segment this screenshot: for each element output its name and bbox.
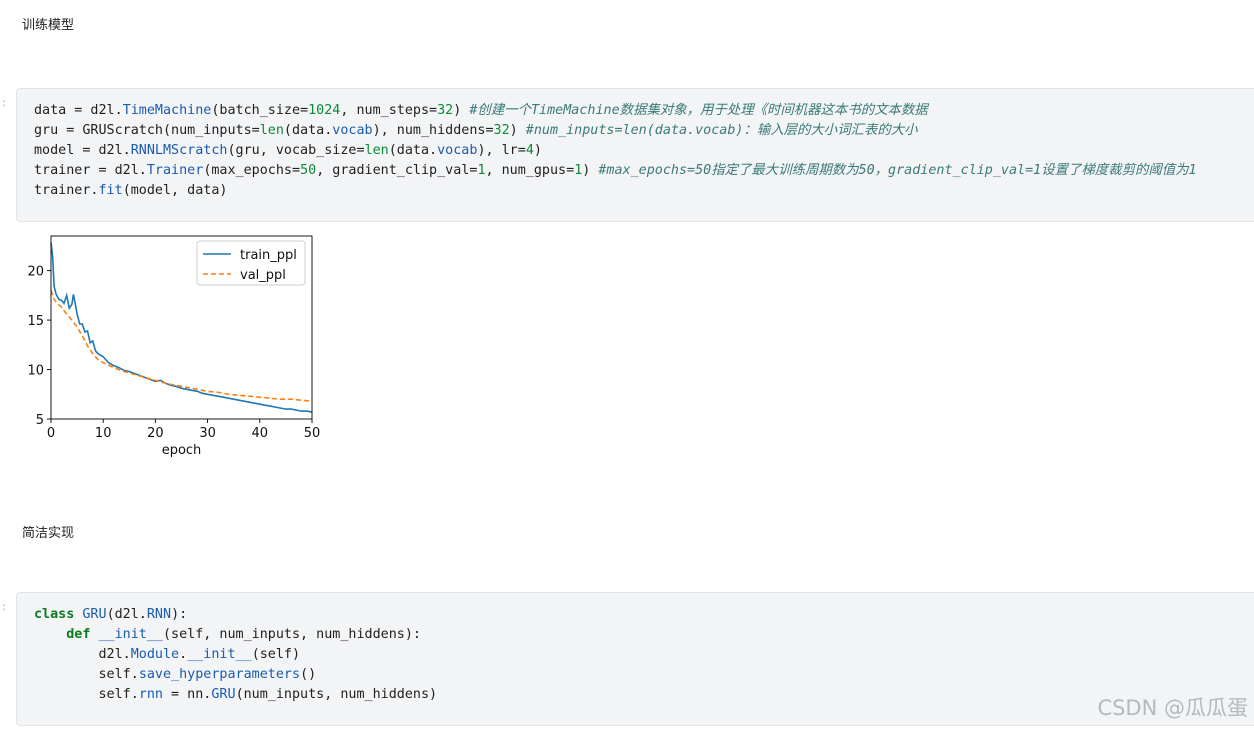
- code-comment: #创建一个TimeMachine数据集对象，用于处理《时间机器这本书的文本数据: [469, 103, 928, 118]
- y-tick-label: 5: [36, 413, 44, 428]
- code-line-1: data = d2l.TimeMachine(batch_size=1024, …: [34, 103, 928, 118]
- x-tick-label: 30: [199, 426, 216, 441]
- code-line-5: trainer.fit(model, data): [34, 183, 228, 198]
- legend-label: train_ppl: [240, 248, 297, 263]
- x-tick-label: 20: [147, 426, 164, 441]
- x-tick-label: 10: [95, 426, 112, 441]
- code-line-2: gru = GRUScratch(num_inputs=len(data.voc…: [34, 123, 918, 138]
- code-editor-train[interactable]: data = d2l.TimeMachine(batch_size=1024, …: [34, 101, 1197, 201]
- heading-train-model: 训练模型: [22, 18, 75, 33]
- legend-label: val_ppl: [240, 268, 286, 283]
- watermark-text: CSDN @瓜瓜蛋: [1097, 696, 1248, 720]
- y-tick-label: 10: [27, 364, 44, 379]
- code-comment: #max_epochs=50指定了最大训练周期数为50，gradient_cli…: [598, 163, 1197, 178]
- y-tick-label: 20: [27, 265, 44, 280]
- code-line-1: class GRU(d2l.RNN):: [34, 607, 188, 622]
- code-line-4: trainer = d2l.Trainer(max_epochs=50, gra…: [34, 163, 1197, 178]
- cell-gutter-marker[interactable]: :: [2, 600, 6, 613]
- code-line-5: self.rnn = nn.GRU(num_inputs, num_hidden…: [34, 687, 438, 702]
- x-axis-label: epoch: [162, 443, 202, 458]
- code-comment: #num_inputs=len(data.vocab)：输入层的大小词汇表的大小: [525, 123, 918, 138]
- code-line-4: self.save_hyperparameters(): [34, 667, 317, 682]
- code-editor-gru[interactable]: class GRU(d2l.RNN): def __init__(self, n…: [34, 605, 437, 705]
- code-line-3: d2l.Module.__init__(self): [34, 647, 301, 662]
- heading-concise-implementation: 简洁实现: [22, 526, 75, 541]
- cell-gutter-marker[interactable]: :: [2, 96, 6, 109]
- x-tick-label: 50: [304, 426, 321, 441]
- code-line-3: model = d2l.RNNLMScratch(gru, vocab_size…: [34, 143, 542, 158]
- training-perplexity-chart: 0 10 20 30 40 50 5 10 15 20 epoch train_ppl val_ppl: [27, 235, 321, 458]
- code-line-2: def __init__(self, num_inputs, num_hidde…: [66, 627, 421, 642]
- x-tick-label: 40: [252, 426, 269, 441]
- code-cell-train[interactable]: data = d2l.TimeMachine(batch_size=1024, …: [16, 88, 1254, 222]
- y-tick-label: 15: [27, 314, 44, 329]
- x-tick-label: 0: [47, 426, 55, 441]
- code-cell-gru-class[interactable]: class GRU(d2l.RNN): def __init__(self, n…: [16, 592, 1254, 726]
- series-line-val-ppl: [50, 290, 313, 402]
